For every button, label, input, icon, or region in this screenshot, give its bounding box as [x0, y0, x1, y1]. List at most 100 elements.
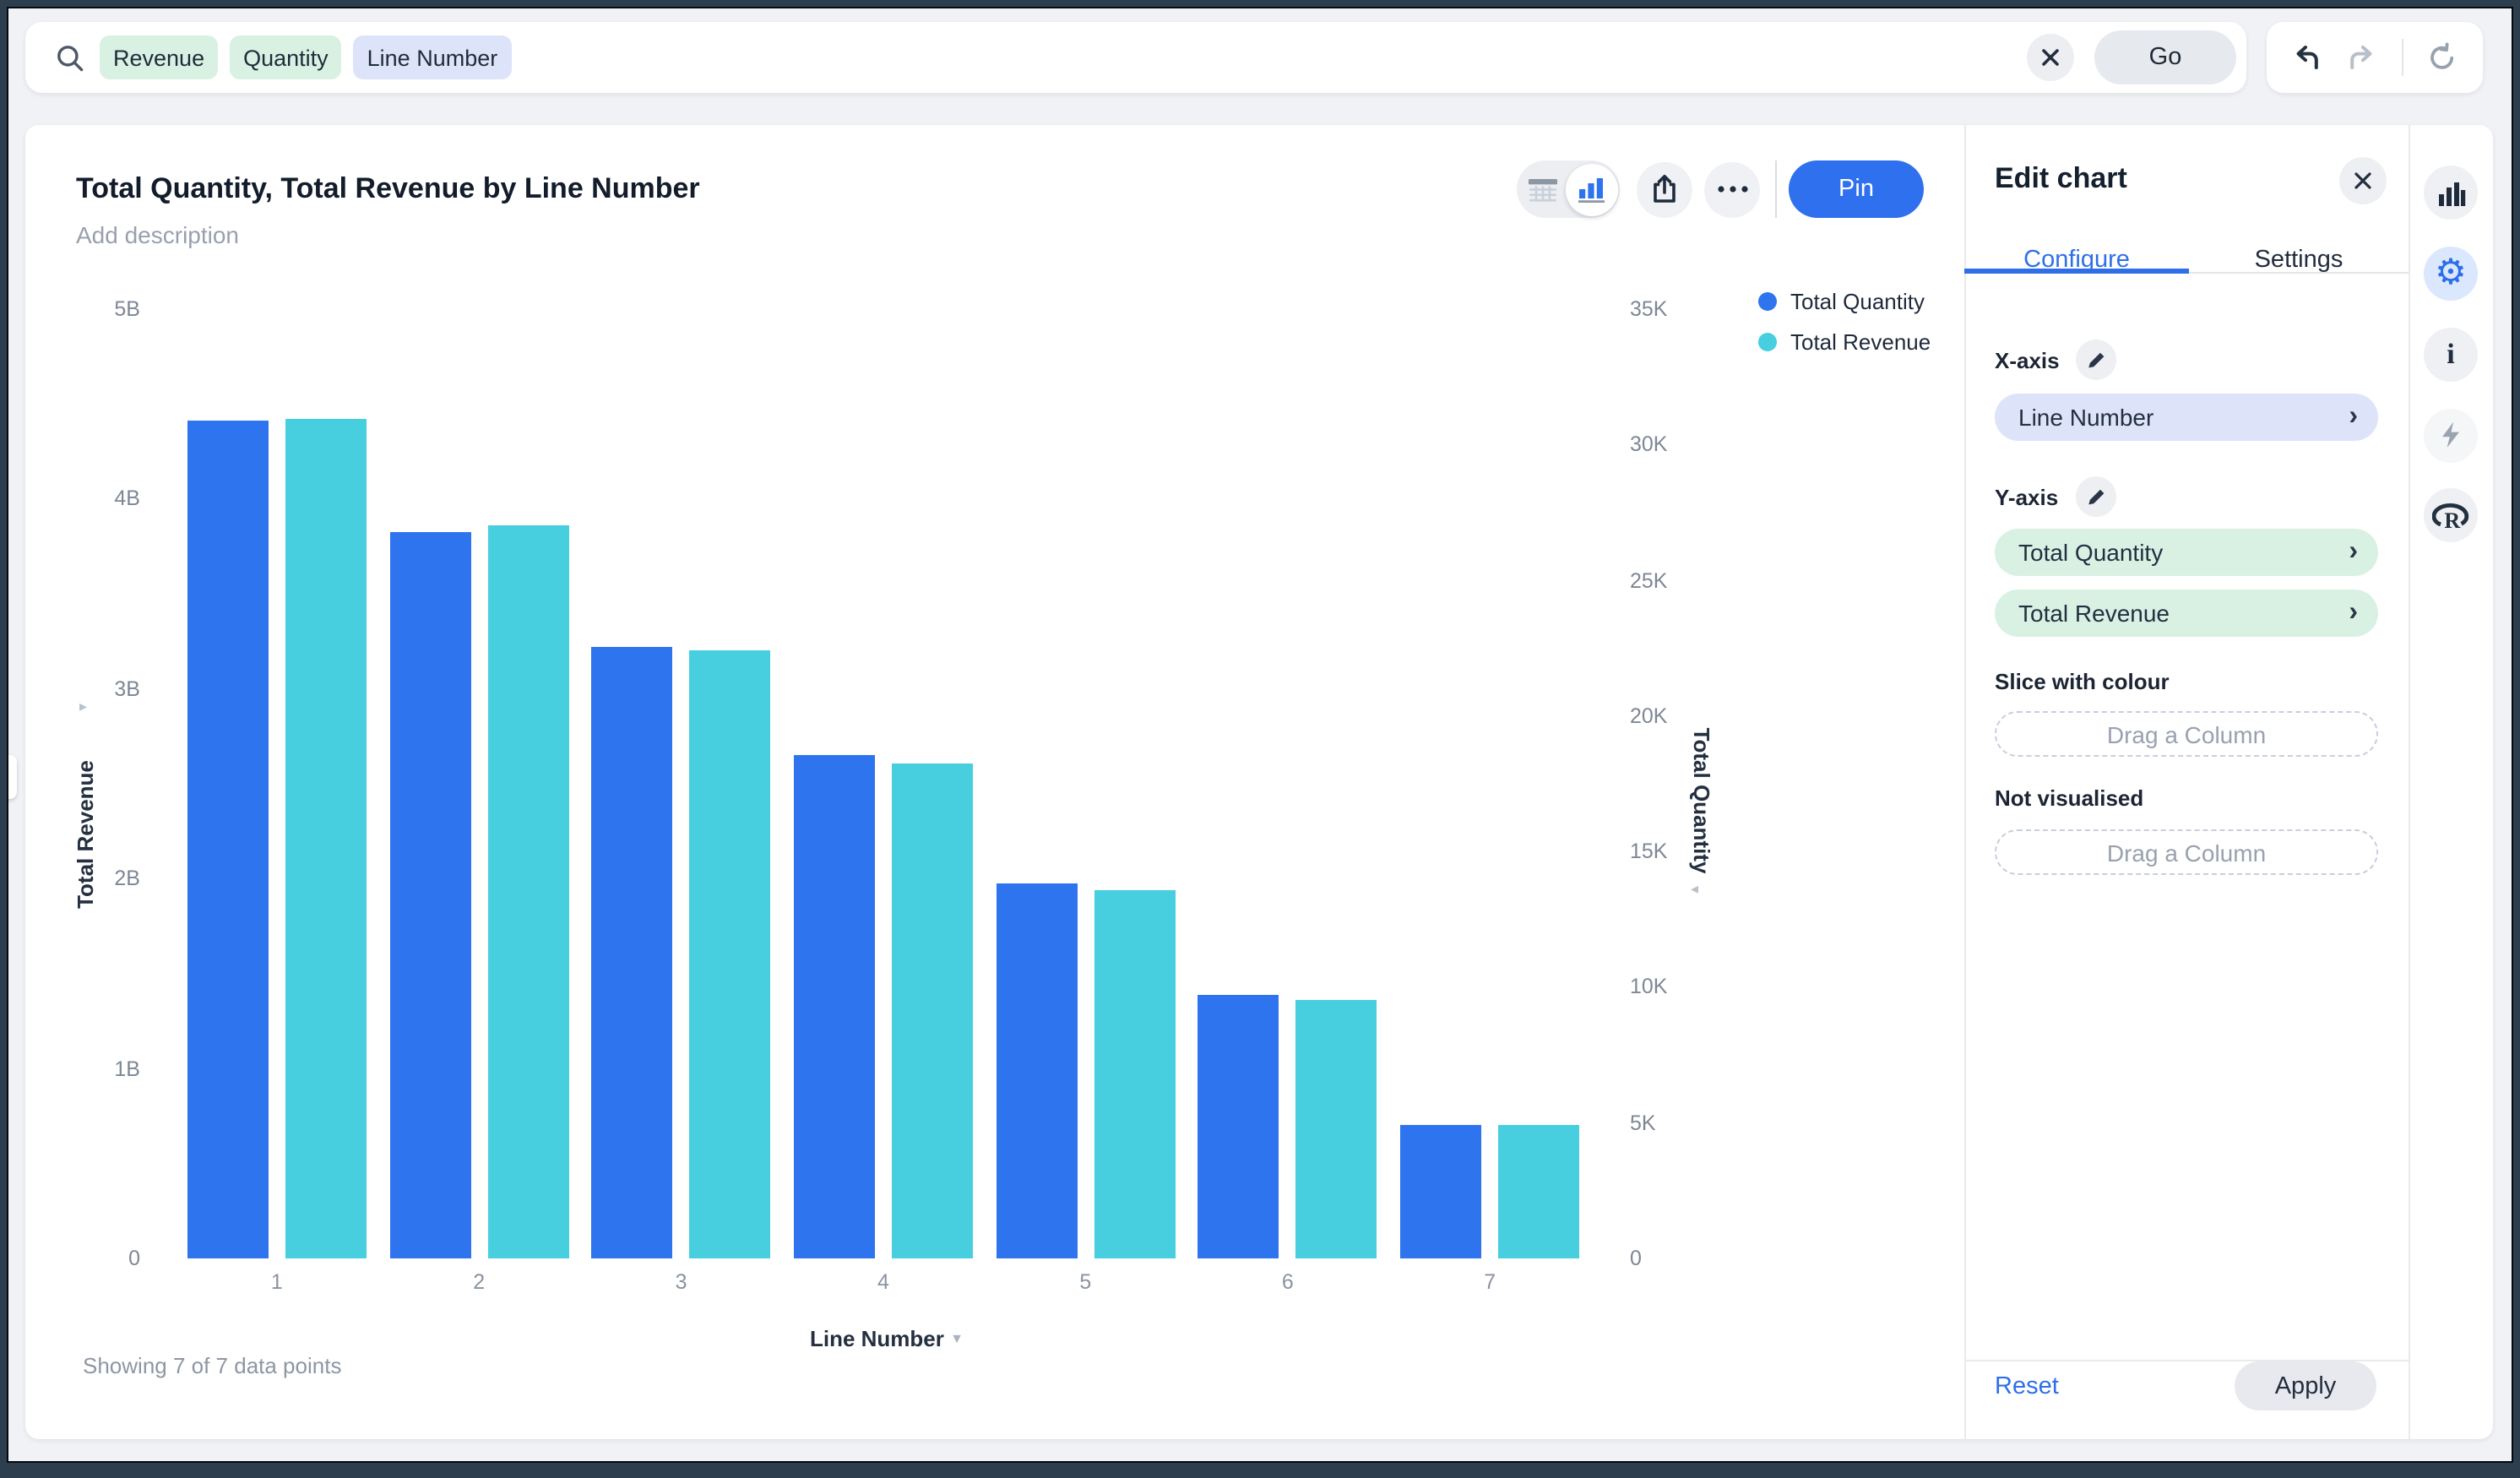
share-icon	[1650, 174, 1679, 204]
x-tick-label: 5	[1035, 1270, 1136, 1294]
x-tick-label: 6	[1237, 1270, 1339, 1294]
bar-revenue[interactable]	[285, 419, 367, 1258]
legend-item-revenue[interactable]: Total Revenue	[1758, 328, 1931, 355]
rail-r-script-button[interactable]: R	[2424, 488, 2478, 542]
chart-card: Total Quantity, Total Revenue by Line Nu…	[25, 125, 2493, 1439]
legend-dot-quantity	[1758, 291, 1777, 310]
window-frame: Revenue Quantity Line Number Go	[0, 0, 2520, 1478]
chevron-right-icon: ›	[2349, 600, 2358, 627]
y-left-tick: 5B	[69, 296, 140, 323]
bar-quantity[interactable]	[389, 531, 470, 1258]
x-tick-label: 1	[226, 1270, 328, 1294]
r-language-icon: R	[2432, 500, 2469, 530]
chart-view-toggle[interactable]	[1566, 163, 1618, 215]
bar-quantity[interactable]	[187, 421, 269, 1258]
rail-visualisation-button[interactable]	[2424, 166, 2478, 220]
panel-divider	[1964, 125, 1966, 1439]
chart-description-placeholder[interactable]: Add description	[76, 221, 239, 248]
legend: Total Quantity Total Revenue	[1758, 287, 1931, 355]
y-left-axis-title[interactable]: Total Revenue	[73, 733, 100, 936]
bar-quantity[interactable]	[592, 647, 673, 1258]
slice-section-label: Slice with colour	[1995, 669, 2170, 694]
y-right-tick: 0	[1630, 1245, 1704, 1272]
not-visualised-section-label: Not visualised	[1995, 785, 2143, 811]
bar-revenue[interactable]	[1498, 1126, 1579, 1258]
bar-revenue[interactable]	[487, 525, 568, 1258]
left-drawer-handle[interactable]	[7, 755, 17, 799]
search-token-revenue[interactable]: Revenue	[100, 35, 218, 79]
undo-button[interactable]	[2291, 43, 2322, 72]
x-axis-section-label: X-axis	[1995, 347, 2060, 372]
slice-drop-zone[interactable]: Drag a Column	[1995, 711, 2378, 757]
tab-settings[interactable]: Settings	[2189, 247, 2409, 274]
y-left-tick: 1B	[69, 1055, 140, 1082]
edit-x-axis-button[interactable]	[2077, 340, 2117, 380]
y-right-tick: 10K	[1630, 974, 1704, 1001]
field-pill-label: Line Number	[2018, 404, 2153, 431]
x-tick-label: 7	[1439, 1270, 1540, 1294]
plot-area	[176, 309, 1591, 1258]
bar-revenue[interactable]	[892, 763, 973, 1258]
rail-settings-button[interactable]: ⚙	[2424, 246, 2478, 300]
search-token-row: Revenue Quantity Line Number	[100, 35, 2027, 79]
legend-label: Total Quantity	[1790, 288, 1925, 313]
y-axis-field-pill-quantity[interactable]: Total Quantity ›	[1995, 529, 2378, 576]
y-left-tick: 4B	[69, 486, 140, 513]
redo-button[interactable]	[2346, 43, 2376, 72]
rail-actions-button[interactable]	[2424, 408, 2478, 462]
go-button[interactable]: Go	[2094, 30, 2236, 84]
undo-icon	[2291, 43, 2322, 72]
bar-quantity[interactable]	[1198, 995, 1279, 1258]
x-tick-label: 2	[428, 1270, 530, 1294]
app-screen: Revenue Quantity Line Number Go	[7, 7, 2513, 1463]
y-axis-field-pill-revenue[interactable]: Total Revenue ›	[1995, 590, 2378, 637]
search-token-line-number[interactable]: Line Number	[354, 35, 512, 79]
more-options-button[interactable]	[1704, 161, 1760, 217]
share-button[interactable]	[1637, 161, 1692, 217]
table-icon	[1527, 177, 1559, 202]
x-tick-label: 4	[833, 1270, 934, 1294]
x-axis-title[interactable]: Line Number ▼	[752, 1326, 1022, 1351]
rail-divider	[2409, 125, 2410, 1439]
search-token-quantity[interactable]: Quantity	[230, 35, 342, 79]
bar-chart-icon	[2436, 180, 2465, 205]
refresh-button[interactable]	[2428, 42, 2458, 73]
chevron-right-icon: ›	[2349, 404, 2358, 431]
y-right-axis-title[interactable]: Total Quantity	[1687, 699, 1714, 902]
rail-info-button[interactable]: i	[2424, 328, 2478, 382]
info-icon: i	[2447, 338, 2454, 372]
pin-button[interactable]: Pin	[1789, 160, 1924, 218]
bar-revenue[interactable]	[690, 651, 771, 1258]
bar-revenue[interactable]	[1094, 890, 1175, 1258]
bar-quantity[interactable]	[1400, 1126, 1481, 1258]
y-left-axis-expander-icon[interactable]: ▸	[79, 698, 87, 716]
search-icon	[56, 43, 84, 72]
table-view-toggle[interactable]	[1517, 160, 1568, 218]
y-right-tick: 35K	[1630, 296, 1704, 323]
y-left-tick: 0	[69, 1245, 140, 1272]
view-toggle	[1517, 160, 1620, 218]
bar-revenue[interactable]	[1296, 1000, 1377, 1258]
ellipsis-icon	[1717, 186, 1747, 193]
y-right-tick: 30K	[1630, 432, 1704, 459]
edit-y-axis-button[interactable]	[2075, 476, 2115, 517]
field-pill-label: Total Revenue	[2018, 600, 2170, 627]
x-axis-field-pill[interactable]: Line Number ›	[1995, 394, 2378, 441]
y-right-axis-expander-icon[interactable]: ◂	[1691, 880, 1698, 899]
close-panel-button[interactable]	[2339, 157, 2387, 204]
apply-button[interactable]: Apply	[2235, 1361, 2376, 1410]
bar-quantity[interactable]	[996, 884, 1077, 1258]
legend-item-quantity[interactable]: Total Quantity	[1758, 287, 1931, 314]
toolbar-divider	[2402, 39, 2403, 76]
refresh-icon	[2428, 42, 2458, 73]
bar-quantity[interactable]	[794, 755, 875, 1258]
clear-search-button[interactable]	[2027, 34, 2074, 81]
close-icon	[2040, 47, 2061, 68]
field-pill-label: Total Quantity	[2018, 539, 2163, 566]
search-bar[interactable]: Revenue Quantity Line Number Go	[25, 22, 2246, 93]
not-visualised-drop-zone[interactable]: Drag a Column	[1995, 829, 2378, 875]
header-divider	[1775, 160, 1777, 218]
legend-dot-revenue	[1758, 332, 1777, 350]
reset-button[interactable]: Reset	[1995, 1373, 2059, 1400]
x-tick-label: 3	[631, 1270, 732, 1294]
